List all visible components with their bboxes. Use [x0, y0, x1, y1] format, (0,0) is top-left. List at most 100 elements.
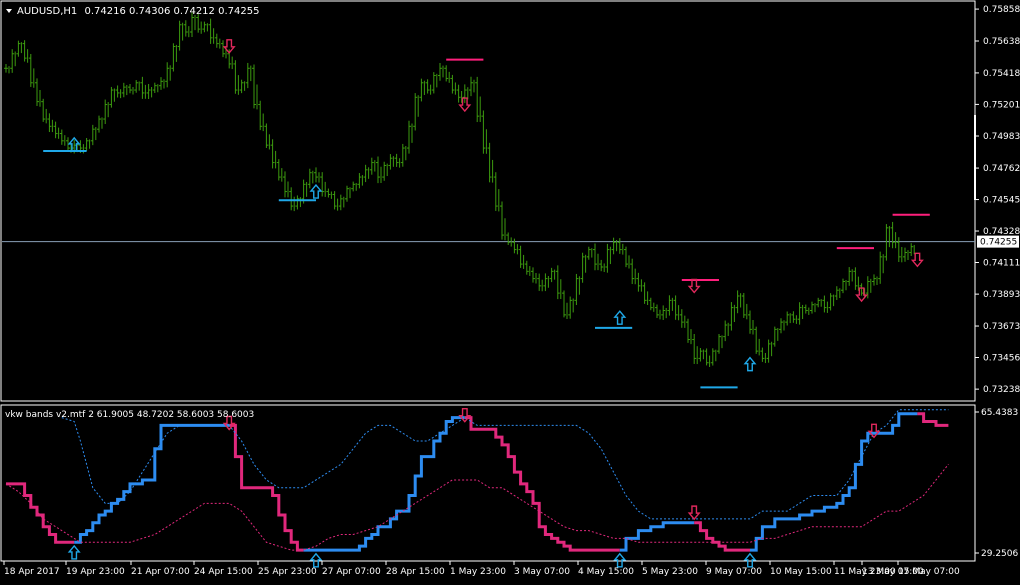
ohlc-bar — [140, 76, 146, 99]
ohlc-bar — [202, 21, 208, 33]
up-arrow-icon — [613, 552, 627, 568]
symbol-menu-icon[interactable] — [6, 9, 12, 13]
ohlc-label: 0.74216 0.74306 0.74212 0.74255 — [84, 6, 259, 17]
ohlc-bar — [252, 64, 258, 110]
ohlc-bar — [22, 40, 29, 63]
ohlc-bar — [307, 168, 314, 189]
ohlc-bar — [605, 243, 611, 273]
ohlc-bar — [84, 137, 91, 151]
ohlc-bar — [444, 65, 450, 83]
x-tick-label: 18 Apr 2017 — [4, 567, 60, 577]
ohlc-bar — [171, 43, 177, 72]
ohlc-bar — [388, 154, 394, 170]
x-tick-label: 28 Apr 15:00 — [386, 567, 445, 577]
ohlc-bar — [264, 123, 270, 150]
ohlc-bar — [400, 143, 407, 167]
ohlc-bar — [785, 311, 791, 326]
x-tick-label: 25 Apr 23:00 — [258, 567, 317, 577]
down-arrow-icon — [687, 505, 701, 521]
x-tick-label: 5 May 23:00 — [642, 567, 698, 577]
ohlc-bar — [797, 302, 804, 325]
ohlc-bar — [357, 173, 363, 189]
ohlc-bar — [394, 153, 401, 168]
ohlc-bar — [642, 282, 649, 306]
y-tick-label: 0.75638 — [983, 37, 1020, 47]
ohlc-bar — [760, 347, 766, 364]
ohlc-bar — [828, 293, 835, 311]
ohlc-bar — [586, 246, 593, 260]
ohlc-bar — [345, 185, 351, 202]
ohlc-bar — [326, 188, 332, 199]
ohlc-bar — [655, 304, 661, 320]
y-tick-label: 0.75858 — [983, 5, 1020, 15]
ohlc-bar — [382, 161, 388, 181]
ohlc-bar — [214, 33, 221, 49]
ohlc-bar — [165, 62, 171, 88]
ohlc-bar — [59, 129, 66, 146]
ohlc-bar — [128, 83, 134, 95]
ohlc-bar — [599, 259, 605, 272]
indicator-panel — [5, 408, 949, 568]
ohlc-bar — [729, 302, 735, 331]
ohlc-bar — [686, 318, 692, 345]
down-arrow-icon — [458, 408, 472, 423]
ohlc-bar — [896, 237, 903, 263]
y-tick-label: 0.74328 — [983, 227, 1020, 237]
up-arrow-icon — [67, 544, 81, 560]
ohlc-bar — [884, 224, 890, 261]
ohlc-bar — [816, 297, 822, 308]
symbol-label: AUDUSD,H1 — [17, 6, 77, 17]
ohlc-bar — [376, 156, 382, 184]
ohlc-bar — [834, 286, 841, 301]
x-tick-label: 15 May 07:00 — [898, 567, 960, 577]
ohlc-bar — [667, 295, 673, 316]
ohlc-bar — [152, 82, 159, 94]
ohlc-bar — [810, 301, 816, 314]
ohlc-bar — [909, 243, 915, 257]
ohlc-bar — [90, 124, 97, 146]
ohlc-bar — [469, 76, 475, 97]
ohlc-bar — [847, 267, 853, 286]
ohlc-bar — [872, 274, 878, 286]
ohlc-bar — [704, 348, 711, 367]
indicator-band-line — [5, 464, 949, 551]
y-tick-label: 0.74545 — [983, 196, 1020, 206]
ohlc-bar — [741, 292, 748, 320]
y-tick-label: 0.73893 — [983, 290, 1020, 300]
ohlc-bar — [636, 272, 642, 292]
indicator-main-line — [303, 416, 465, 552]
y-tick-label: 0.75201 — [983, 100, 1020, 110]
y-tick-label: 0.74983 — [983, 132, 1020, 142]
y-tick-label: 0.75418 — [983, 69, 1020, 79]
ohlc-bar — [183, 20, 190, 38]
ohlc-bar — [208, 18, 215, 44]
x-tick-label: 24 Apr 15:00 — [194, 567, 253, 577]
ohlc-bar — [41, 98, 47, 124]
x-tick-label: 1 May 23:00 — [450, 567, 506, 577]
ohlc-bar — [351, 181, 357, 192]
indicator-main-line — [229, 423, 304, 552]
indicator-main-line — [917, 412, 949, 427]
ohlc-bar — [16, 40, 22, 57]
ohlc-bar — [10, 49, 16, 73]
ohlc-bar — [531, 267, 537, 284]
chart-canvas[interactable]: 0.75858 0.75638 0.75418 0.75201 0.74983 0.747… — [0, 0, 1020, 581]
ohlc-bar — [481, 110, 487, 154]
ohlc-bar — [518, 245, 525, 269]
ohlc-bar — [822, 295, 828, 313]
ohlc-bar — [159, 77, 165, 90]
x-tick-label: 3 May 07:00 — [514, 567, 570, 577]
ohlc-bar — [624, 246, 630, 269]
ohlc-bar — [419, 78, 425, 102]
down-arrow-icon — [910, 252, 924, 268]
ohlc-bar — [47, 113, 53, 133]
main-panel-frame — [0, 0, 976, 402]
ohlc-bar — [221, 40, 227, 59]
ohlc-bar — [524, 260, 531, 276]
ohlc-bar — [369, 157, 376, 175]
ohlc-bar — [661, 305, 667, 320]
ohlc-bar — [648, 297, 655, 312]
up-arrow-icon — [743, 356, 757, 372]
indicator-main-line — [619, 521, 695, 552]
indicator-main-line — [464, 416, 620, 552]
